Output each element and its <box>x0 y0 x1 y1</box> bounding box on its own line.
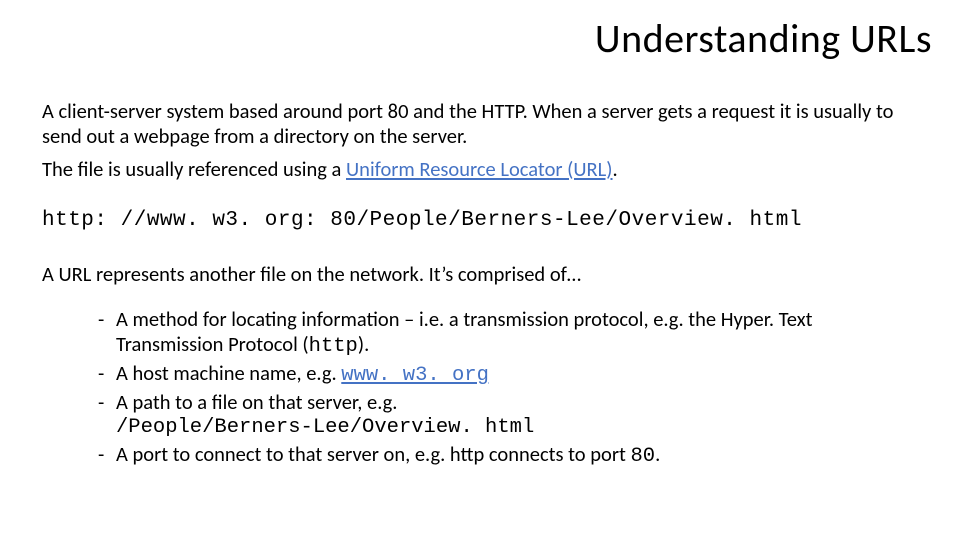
dash-icon: - <box>98 442 116 469</box>
bullet-list: - A method for locating information – i.… <box>98 307 918 469</box>
dash-icon: - <box>98 361 116 388</box>
li1-part2: ). <box>358 331 369 357</box>
para2-leadin: The file is usually referenced using a <box>42 156 346 182</box>
list-item: - A port to connect to that server on, e… <box>98 442 918 469</box>
example-url: http: //www. w3. org: 80/People/Berners-… <box>42 208 918 234</box>
slide: Understanding URLs A client-server syste… <box>0 0 960 540</box>
dash-icon: - <box>98 390 116 440</box>
li3-line1: A path to a file on that server, e.g. <box>116 390 918 415</box>
slide-body: A client-server system based around port… <box>0 63 960 469</box>
host-link[interactable]: www. w3. org <box>341 364 489 387</box>
url-term-link[interactable]: Uniform Resource Locator (URL) <box>346 156 613 182</box>
paragraph-1: A client-server system based around port… <box>42 99 918 149</box>
dash-icon: - <box>98 307 116 359</box>
paragraph-2: The file is usually referenced using a U… <box>42 157 918 182</box>
slide-title: Understanding URLs <box>0 0 960 63</box>
list-item: - A host machine name, e.g. www. w3. org <box>98 361 918 388</box>
paragraph-3: A URL represents another file on the net… <box>42 262 918 287</box>
li1-mono: http <box>309 335 358 358</box>
li4-part2: . <box>655 441 660 467</box>
list-item: - A method for locating information – i.… <box>98 307 918 359</box>
li2-part1: A host machine name, e.g. <box>116 360 341 386</box>
list-item: - A path to a file on that server, e.g. … <box>98 390 918 440</box>
li1-part1: A method for locating information – i.e.… <box>116 306 813 357</box>
para2-period: . <box>613 156 618 182</box>
li4-mono: 80 <box>630 445 655 468</box>
li3-mono: /People/Berners-Lee/Overview. html <box>116 415 918 440</box>
li4-part1: A port to connect to that server on, e.g… <box>116 441 630 467</box>
